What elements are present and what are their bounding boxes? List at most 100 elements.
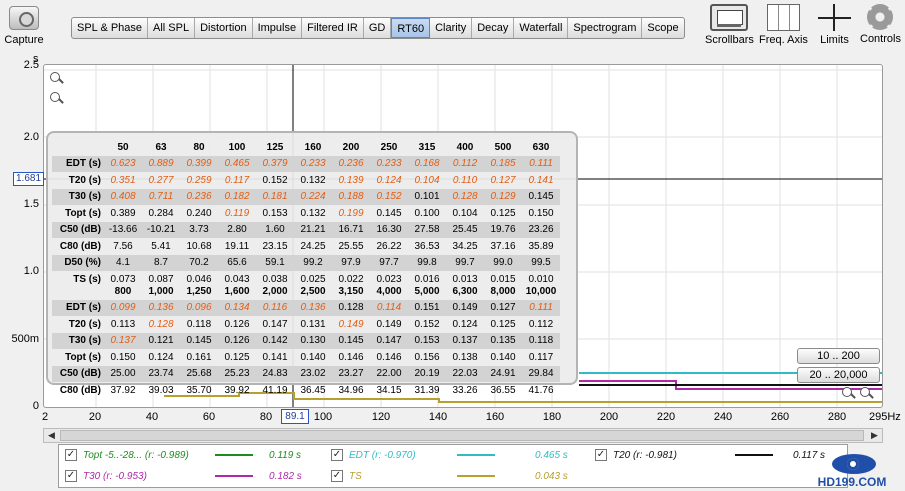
limits-button[interactable]: Limits <box>818 4 851 46</box>
tab-all-spl[interactable]: All SPL <box>148 18 196 38</box>
legend-item-edt[interactable]: ✓ EDT (r: -0.970) 0.465 s <box>331 449 568 461</box>
row-label: Topt (s) <box>65 207 101 219</box>
table-cell: 0.140 <box>300 351 326 363</box>
table-cell: 0.136 <box>142 299 180 316</box>
table-cell: 99.2 <box>294 254 332 271</box>
tab-waterfall[interactable]: Waterfall <box>514 18 569 38</box>
legend-checkbox[interactable]: ✓ <box>331 470 343 482</box>
table-cell: 0.111 <box>522 299 560 316</box>
legend-checkbox[interactable]: ✓ <box>65 470 77 482</box>
legend-value: 0.182 s <box>269 470 302 482</box>
freq-axis-button[interactable]: Freq. Axis <box>759 4 808 46</box>
header-corner <box>52 139 104 156</box>
tab-clarity[interactable]: Clarity <box>430 18 473 38</box>
table-cell: 0.137 <box>104 332 142 349</box>
row-label: Topt (s) <box>65 351 101 363</box>
table-cell: 0.128 <box>446 188 484 205</box>
table-cell: 37.92 <box>110 384 136 396</box>
table-row: D50 (%) 4.1 8.7 70.2 65.6 59.1 99.2 97.9 97.7 99.… <box>52 254 560 271</box>
table-cell: 0.124 <box>376 174 402 186</box>
table-row: T20 (s) 0.351 0.277 0.259 0.117 0.152 0.132 0.1… <box>52 172 560 189</box>
table-cell: 0.168 <box>408 155 446 172</box>
band-header: 315 <box>418 141 436 153</box>
table-cell: 34.15 <box>376 384 402 396</box>
controls-button[interactable]: Controls <box>860 4 901 45</box>
zoom-out-icon[interactable] <box>860 387 874 401</box>
legend-item-t30[interactable]: ✓ T30 (r: -0.953) 0.182 s <box>65 470 302 482</box>
legend-checkbox[interactable]: ✓ <box>595 449 607 461</box>
tab-filtered-ir[interactable]: Filtered IR <box>302 18 364 38</box>
table-cell: 36.55 <box>490 384 516 396</box>
range-20-20000-button[interactable]: 20 .. 20,000 <box>797 367 880 383</box>
table-cell: 0.149 <box>338 318 364 330</box>
scroll-left-arrow-icon[interactable]: ◀ <box>45 430 58 441</box>
legend-checkbox[interactable]: ✓ <box>331 449 343 461</box>
range-10-200-button[interactable]: 10 .. 200 <box>797 348 880 364</box>
table-cell: 27.58 <box>408 221 446 238</box>
table-cell: 0.104 <box>452 207 478 219</box>
table-cell: 0.096 <box>180 299 218 316</box>
table-cell: 0.100 <box>414 207 440 219</box>
row-label: T20 (s) <box>68 174 101 186</box>
logo-text: HD199.COM <box>817 475 887 489</box>
row-label: D50 (%) <box>52 254 104 271</box>
legend-item-topt[interactable]: ✓ Topt -5..-28... (r: -0.989) 0.119 s <box>65 449 301 461</box>
table-cell: 99.8 <box>408 254 446 271</box>
table-cell: 0.112 <box>446 155 484 172</box>
camera-icon <box>9 6 39 30</box>
table-cell: 0.153 <box>262 207 288 219</box>
table-cell: 0.399 <box>180 155 218 172</box>
y-tick: 1.0 <box>23 265 39 277</box>
table-cell: 0.110 <box>452 174 478 186</box>
table-cell: 0.185 <box>484 155 522 172</box>
scroll-right-arrow-icon[interactable]: ▶ <box>868 430 881 441</box>
tab-rt60[interactable]: RT60 <box>391 18 431 38</box>
zoom-in-icon[interactable] <box>842 387 856 401</box>
table-cell: 0.111 <box>522 155 560 172</box>
band-header: 2,000 <box>262 285 288 297</box>
x-tick: 280 <box>827 411 847 423</box>
horizontal-scrollbar[interactable]: ◀ ▶ <box>43 428 883 443</box>
table-cell: 99.0 <box>484 254 522 271</box>
tab-spl-phase[interactable]: SPL & Phase <box>72 18 149 38</box>
table-cell: 0.389 <box>110 207 136 219</box>
band-header: 125 <box>266 141 284 153</box>
tab-gd[interactable]: GD <box>364 18 392 38</box>
zoom-in-icon[interactable] <box>50 72 64 86</box>
table-cell: 0.161 <box>186 351 212 363</box>
table-cell: 0.146 <box>338 351 364 363</box>
table-cell: 0.140 <box>490 351 516 363</box>
table-cell: 35.89 <box>528 240 554 252</box>
table-cell: 0.151 <box>408 299 446 316</box>
band-header: 1,250 <box>186 285 212 297</box>
scrollbars-button[interactable]: Scrollbars <box>705 4 754 46</box>
table-cell: 25.45 <box>446 221 484 238</box>
table-row: EDT (s) 0.623 0.889 0.399 0.465 0.379 0.233 0.2… <box>52 155 560 172</box>
table-cell: 0.351 <box>110 174 136 186</box>
capture-button[interactable]: Capture <box>4 4 44 46</box>
tab-distortion[interactable]: Distortion <box>195 18 253 38</box>
table-row: T30 (s) 0.408 0.711 0.236 0.182 0.181 0.224 0.1… <box>52 188 560 205</box>
legend-item-ts[interactable]: ✓ TS 0.043 s <box>331 470 568 482</box>
tab-spectrogram[interactable]: Spectrogram <box>568 18 643 38</box>
legend-checkbox[interactable]: ✓ <box>65 449 77 461</box>
zoom-out-icon[interactable] <box>50 92 64 106</box>
table-cell: 0.150 <box>528 207 554 219</box>
scrollbar-thumb[interactable] <box>60 430 864 441</box>
tab-impulse[interactable]: Impulse <box>253 18 303 38</box>
y-cursor-readout: 1.681 <box>13 172 44 186</box>
row-label: T20 (s) <box>68 318 101 330</box>
legend-label: Topt -5..-28... (r: -0.989) <box>83 449 189 461</box>
table-header-row: 800 1,000 1,250 1,600 2,000 2,500 3,150 4,000 5,… <box>52 283 560 300</box>
table-cell: 24.91 <box>484 365 522 382</box>
table-cell: 23.26 <box>522 221 560 238</box>
x-tick: 2 <box>41 411 49 423</box>
row-label: EDT (s) <box>52 155 104 172</box>
table-cell: 19.76 <box>484 221 522 238</box>
tab-scope[interactable]: Scope <box>642 18 683 38</box>
table-cell: 25.00 <box>104 365 142 382</box>
band-header: 3,150 <box>338 285 364 297</box>
tab-decay[interactable]: Decay <box>472 18 515 38</box>
legend-item-t20[interactable]: ✓ T20 (r: -0.981) 0.117 s <box>595 449 825 461</box>
x-tick: 220 <box>656 411 676 423</box>
